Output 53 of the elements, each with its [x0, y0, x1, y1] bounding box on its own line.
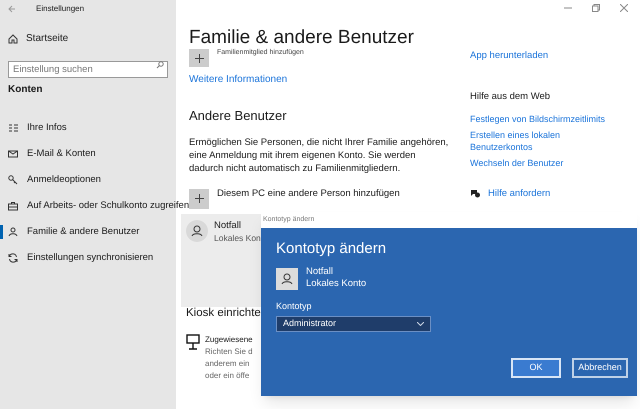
section-heading: Andere Benutzer [189, 107, 288, 125]
help-link[interactable]: Festlegen von Bildschirmzeitlimits [470, 112, 620, 124]
user-name: Notfall [306, 266, 334, 278]
nav-item[interactable]: Auf Arbeits- oder Schulkonto zugreifen [0, 198, 190, 214]
home-link[interactable]: Startseite [26, 31, 68, 46]
help-link[interactable]: Erstellen eines lokalen Benutzerkontos [470, 128, 620, 152]
nav-item[interactable]: E-Mail & Konten [0, 146, 96, 162]
key-icon [8, 175, 18, 185]
kiosk-icon [186, 334, 200, 350]
add-person-label: Diesem PC eine andere Person hinzufügen [217, 187, 400, 202]
close-icon[interactable] [620, 4, 628, 12]
envelope-icon [8, 149, 18, 159]
nav-item[interactable]: Ihre Infos [0, 120, 67, 136]
person-icon [8, 227, 18, 237]
user-name: Notfall [214, 220, 242, 232]
plus-icon [194, 194, 204, 203]
chat-help-icon [470, 189, 480, 198]
back-arrow-icon[interactable] [8, 5, 16, 13]
add-button[interactable] [189, 49, 209, 67]
download-link[interactable]: App herunterladen [470, 49, 640, 64]
nav-item[interactable]: Familie & andere Benutzer [0, 224, 140, 240]
sync-icon [8, 253, 18, 263]
user-type: Lokales Kon [214, 232, 261, 244]
kiosk-description: Richten Sie d anderem ein oder ein öffe [205, 346, 253, 382]
section-heading: Kiosk einrichte [186, 306, 261, 320]
field-label: Kontotyp [276, 300, 313, 313]
nav-item[interactable]: Anmeldeoptionen [0, 172, 101, 188]
page-title: Familie & andere Benutzer [189, 26, 415, 48]
dialog-title: Kontotyp ändern [276, 239, 388, 259]
user-avatar-icon [186, 220, 208, 242]
help-heading: Hilfe aus dem Web [470, 90, 552, 104]
chevron-down-icon [417, 322, 424, 326]
search-icon [156, 60, 164, 68]
restore-icon[interactable] [592, 4, 600, 12]
description-text: Ermöglichen Sie Personen, die nicht Ihrer Familie angehören, eine Anmeldung mit ihrem eigenen Konto. Sie werden dadurch nicht automatisch zu Familienmitgliedern. [189, 136, 449, 174]
cancel-button[interactable]: Abbrechen [572, 358, 628, 378]
nav-item[interactable]: Einstellungen synchronisieren [0, 250, 154, 266]
kiosk-title: Zugewiesene [205, 334, 253, 346]
section-heading: Konten [7, 83, 44, 97]
help-link[interactable]: Wechseln der Benutzer [470, 156, 620, 168]
user-avatar-icon [276, 268, 298, 290]
home-icon [8, 34, 18, 44]
get-help-link[interactable]: Hilfe anfordern [488, 186, 550, 201]
search-field[interactable]: Einstellung suchen [8, 61, 168, 78]
ok-button[interactable]: OK [511, 358, 561, 378]
account-type-dropdown[interactable]: Administrator [276, 316, 431, 332]
more-info-link[interactable]: Weitere Informationen [189, 72, 438, 87]
add-button[interactable] [189, 188, 209, 208]
plus-icon [194, 54, 204, 62]
briefcase-icon [8, 201, 18, 211]
window-title: Einstellungen [36, 3, 84, 15]
user-type: Lokales Konto [306, 278, 366, 290]
list-icon [8, 123, 18, 133]
